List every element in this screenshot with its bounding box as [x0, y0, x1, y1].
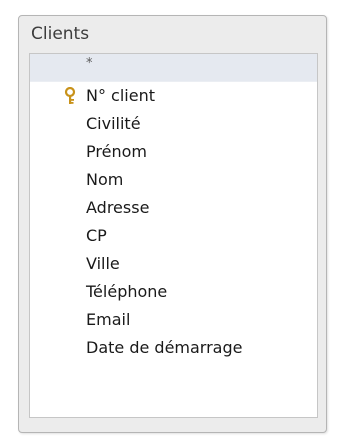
field-row-cp[interactable]: CP: [30, 222, 317, 250]
field-row-n-client[interactable]: N° client: [30, 82, 317, 110]
field-row-prenom[interactable]: Prénom: [30, 138, 317, 166]
table-field-list-window[interactable]: Clients * N° client Civilité Prénom Nom …: [18, 15, 327, 433]
all-fields-asterisk: *: [86, 56, 93, 71]
field-row-ville[interactable]: Ville: [30, 250, 317, 278]
table-title[interactable]: Clients: [31, 21, 89, 47]
field-row-nom[interactable]: Nom: [30, 166, 317, 194]
field-label: N° client: [86, 86, 155, 105]
field-list[interactable]: * N° client Civilité Prénom Nom Adresse …: [29, 53, 318, 418]
field-label: Date de démarrage: [86, 338, 243, 357]
field-row-adresse[interactable]: Adresse: [30, 194, 317, 222]
field-row-telephone[interactable]: Téléphone: [30, 278, 317, 306]
field-label: Téléphone: [86, 282, 168, 301]
field-label: Nom: [86, 170, 124, 189]
field-label: Civilité: [86, 114, 141, 133]
field-label: Ville: [86, 254, 120, 273]
field-label: Email: [86, 310, 131, 329]
field-row-civilite[interactable]: Civilité: [30, 110, 317, 138]
key-icon: [64, 87, 76, 104]
field-label: Adresse: [86, 198, 150, 217]
field-label: Prénom: [86, 142, 147, 161]
field-row-date-demarrage[interactable]: Date de démarrage: [30, 334, 317, 362]
field-label: CP: [86, 226, 107, 245]
field-row-email[interactable]: Email: [30, 306, 317, 334]
field-row-all[interactable]: *: [30, 54, 317, 82]
